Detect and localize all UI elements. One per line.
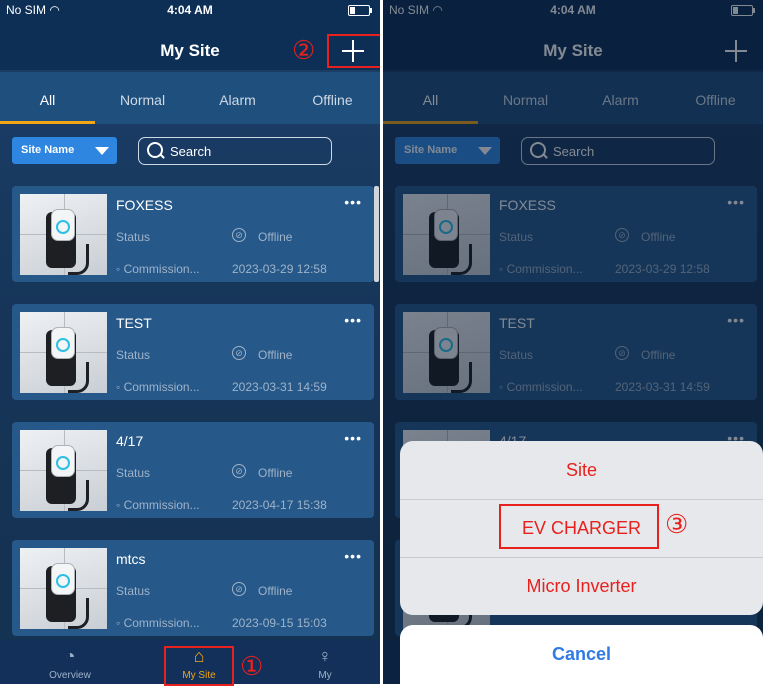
annotation-step-1: ① [240, 651, 264, 681]
commission-label: ◦ Commission... [116, 262, 200, 276]
commission-date: 2023-03-29 12:58 [232, 262, 327, 276]
more-icon[interactable]: ••• [344, 430, 362, 446]
search-placeholder: Search [170, 144, 212, 159]
commission-date: 2023-04-17 15:38 [232, 498, 327, 512]
commission-label: ◦ Commission... [116, 380, 200, 394]
more-icon[interactable]: ••• [344, 194, 362, 210]
annotation-box-ev-charger [499, 504, 659, 549]
tab-offline[interactable]: Offline [285, 72, 380, 124]
site-name: 4/17 [116, 433, 144, 449]
user-icon: ♀ [318, 646, 332, 666]
offline-status-icon: ⊘ [232, 228, 246, 242]
battery-icon [348, 5, 372, 16]
status-time: 4:04 AM [167, 3, 213, 17]
ev-charger-thumbnail [20, 548, 107, 629]
ev-charger-thumbnail [20, 430, 107, 511]
tab-alarm[interactable]: Alarm [190, 72, 285, 124]
status-label: Status [116, 348, 151, 362]
search-input[interactable]: Search [138, 137, 332, 165]
offline-status-icon: ⊘ [232, 346, 246, 360]
chart-icon: ◔ [64, 646, 76, 666]
status-value: Offline [258, 230, 293, 244]
select-value: Site Name [21, 144, 75, 156]
status-label: Status [116, 466, 151, 480]
offline-status-icon: ⊘ [232, 464, 246, 478]
status-label: Status [116, 230, 151, 244]
tab-normal[interactable]: Normal [95, 72, 190, 124]
nav-my[interactable]: ♀ My [290, 646, 360, 681]
annotation-box-my-site [164, 646, 234, 686]
commission-label: ◦ Commission... [116, 498, 200, 512]
status-value: Offline [258, 466, 293, 480]
offline-status-icon: ⊘ [232, 582, 246, 596]
tab-all[interactable]: All [0, 72, 95, 124]
site-card[interactable]: mtcs ••• Status ⊘ Offline ◦ Commission..… [12, 540, 374, 636]
commission-date: 2023-03-31 14:59 [232, 380, 327, 394]
filter-bar: Site Name Search [12, 136, 368, 166]
annotation-step-2: ② [292, 35, 316, 65]
site-name-select[interactable]: Site Name [12, 137, 117, 164]
left-screen: No SIM ◠ 4:04 AM My Site All Normal Alar… [0, 0, 380, 684]
status-label: Status [116, 584, 151, 598]
status-value: Offline [258, 348, 293, 362]
status-bar: No SIM ◠ 4:04 AM [0, 0, 380, 20]
cancel-button[interactable]: Cancel [400, 625, 763, 684]
scrollbar[interactable] [374, 186, 379, 282]
commission-date: 2023-09-15 15:03 [232, 616, 327, 630]
site-card[interactable]: 4/17 ••• Status ⊘ Offline ◦ Commission..… [12, 422, 374, 518]
annotation-box-add [327, 34, 385, 68]
caret-down-icon [95, 147, 109, 155]
ev-charger-thumbnail [20, 194, 107, 275]
status-value: Offline [258, 584, 293, 598]
annotation-step-3: ③ [665, 509, 689, 539]
more-icon[interactable]: ••• [344, 312, 362, 328]
option-site[interactable]: Site [400, 441, 763, 499]
site-name: FOXESS [116, 197, 173, 213]
header: My Site [0, 20, 380, 70]
status-tabs: All Normal Alarm Offline [0, 72, 380, 124]
search-icon [147, 142, 163, 158]
add-type-action-sheet: Site EV CHARGER Micro Inverter ③ [400, 441, 763, 615]
site-name: mtcs [116, 551, 146, 567]
more-icon[interactable]: ••• [344, 548, 362, 564]
site-name: TEST [116, 315, 152, 331]
site-card[interactable]: FOXESS ••• Status ⊘ Offline ◦ Commission… [12, 186, 379, 282]
commission-label: ◦ Commission... [116, 616, 200, 630]
site-card[interactable]: TEST ••• Status ⊘ Offline ◦ Commission..… [12, 304, 374, 400]
option-micro-inverter[interactable]: Micro Inverter [400, 557, 763, 615]
ev-charger-thumbnail [20, 312, 107, 393]
nav-overview[interactable]: ◔ Overview [35, 646, 105, 681]
